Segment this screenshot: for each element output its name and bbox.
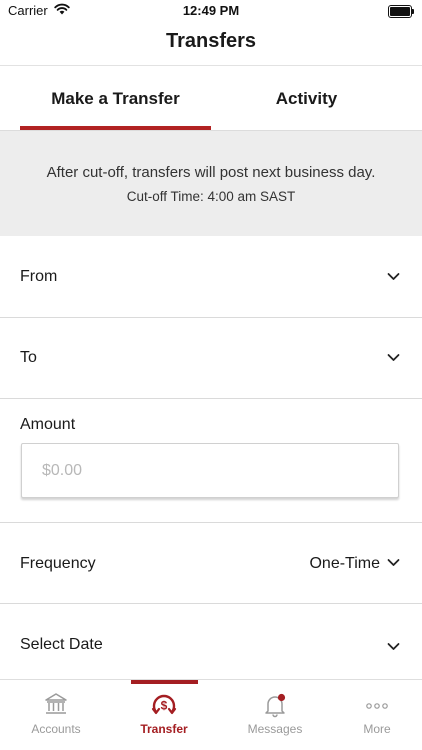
chevron-down-icon — [387, 559, 400, 566]
cutoff-notice: After cut-off, transfers will post next … — [46, 164, 376, 181]
to-selector[interactable]: To — [0, 318, 422, 398]
tabbar-item-messages[interactable]: Messages — [230, 680, 320, 750]
amount-input[interactable] — [21, 443, 399, 498]
chevron-down-icon — [387, 273, 400, 280]
svg-text:$: $ — [161, 699, 168, 713]
tabbar-item-more[interactable]: More — [332, 680, 422, 750]
chevron-down-icon — [387, 354, 400, 361]
date-label: Select Date — [20, 636, 103, 653]
frequency-value: One-Time — [309, 555, 380, 572]
tabbar-label-messages: Messages — [247, 722, 303, 736]
frequency-selector[interactable]: Frequency One-Time — [0, 523, 422, 603]
battery-icon — [388, 5, 414, 18]
status-time: 12:49 PM — [182, 3, 240, 18]
bell-icon — [265, 693, 286, 718]
tabbar-item-transfer[interactable]: $ Transfer — [119, 680, 209, 750]
tabbar-label-accounts: Accounts — [31, 722, 81, 736]
tab-make-a-transfer[interactable]: Make a Transfer — [20, 66, 211, 131]
tabbar-label-transfer: Transfer — [140, 722, 188, 736]
tabbar-label-more: More — [363, 722, 391, 736]
from-label: From — [20, 268, 58, 285]
frequency-label: Frequency — [20, 555, 96, 572]
transfer-icon: $ — [151, 694, 177, 715]
amount-label: Amount — [20, 416, 76, 433]
more-icon — [366, 703, 388, 709]
bank-icon — [45, 693, 67, 714]
page-title: Transfers — [165, 30, 257, 52]
transfer-tabs: Make a Transfer Activity — [0, 66, 422, 131]
chevron-down-icon — [387, 643, 400, 650]
notification-badge — [277, 693, 286, 702]
to-label: To — [20, 349, 37, 366]
tabbar-item-accounts[interactable]: Accounts — [11, 680, 101, 750]
date-selector[interactable]: Select Date — [0, 604, 422, 679]
cutoff-time: Cut-off Time: 4:00 am SAST — [126, 189, 296, 204]
bottom-tab-bar: Accounts $ Transfer Messages More — [0, 680, 422, 750]
cutoff-banner: After cut-off, transfers will post next … — [0, 131, 422, 236]
from-selector[interactable]: From — [0, 237, 422, 317]
tab-activity[interactable]: Activity — [211, 66, 402, 131]
status-bar: Carrier 12:49 PM — [0, 0, 422, 22]
